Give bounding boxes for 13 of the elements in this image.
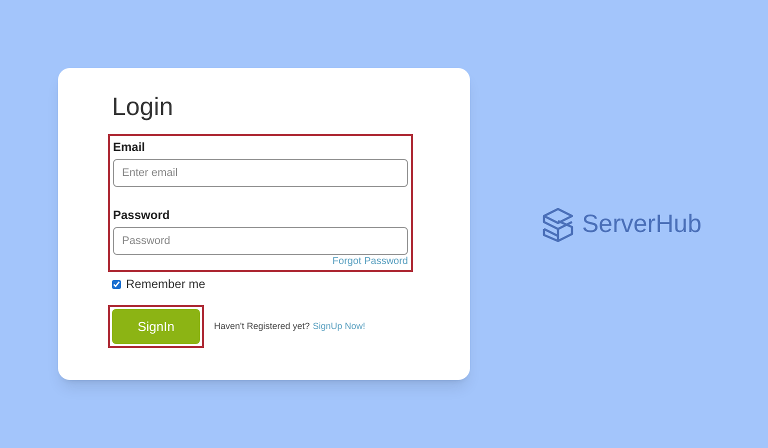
field-label: Email xyxy=(113,139,146,155)
forgot-password-link[interactable]: Forgot Password xyxy=(332,255,408,269)
password-field[interactable]: Password xyxy=(113,227,408,255)
checkbox-label: Remember me xyxy=(126,276,206,293)
field-label: Password xyxy=(113,207,171,223)
brand-name: ServerHub xyxy=(582,209,702,240)
stacked-boxes-logo-icon xyxy=(540,206,576,243)
remember-checkbox[interactable] xyxy=(112,280,121,288)
sign-up-link[interactable]: SignUp Now! xyxy=(312,320,366,334)
login-title: Login xyxy=(112,92,174,122)
sign-in-button[interactable]: SignIn xyxy=(112,309,200,344)
register-prompt: Haven't Registered yet? xyxy=(214,320,310,333)
email-field[interactable]: Enter email xyxy=(113,159,408,187)
